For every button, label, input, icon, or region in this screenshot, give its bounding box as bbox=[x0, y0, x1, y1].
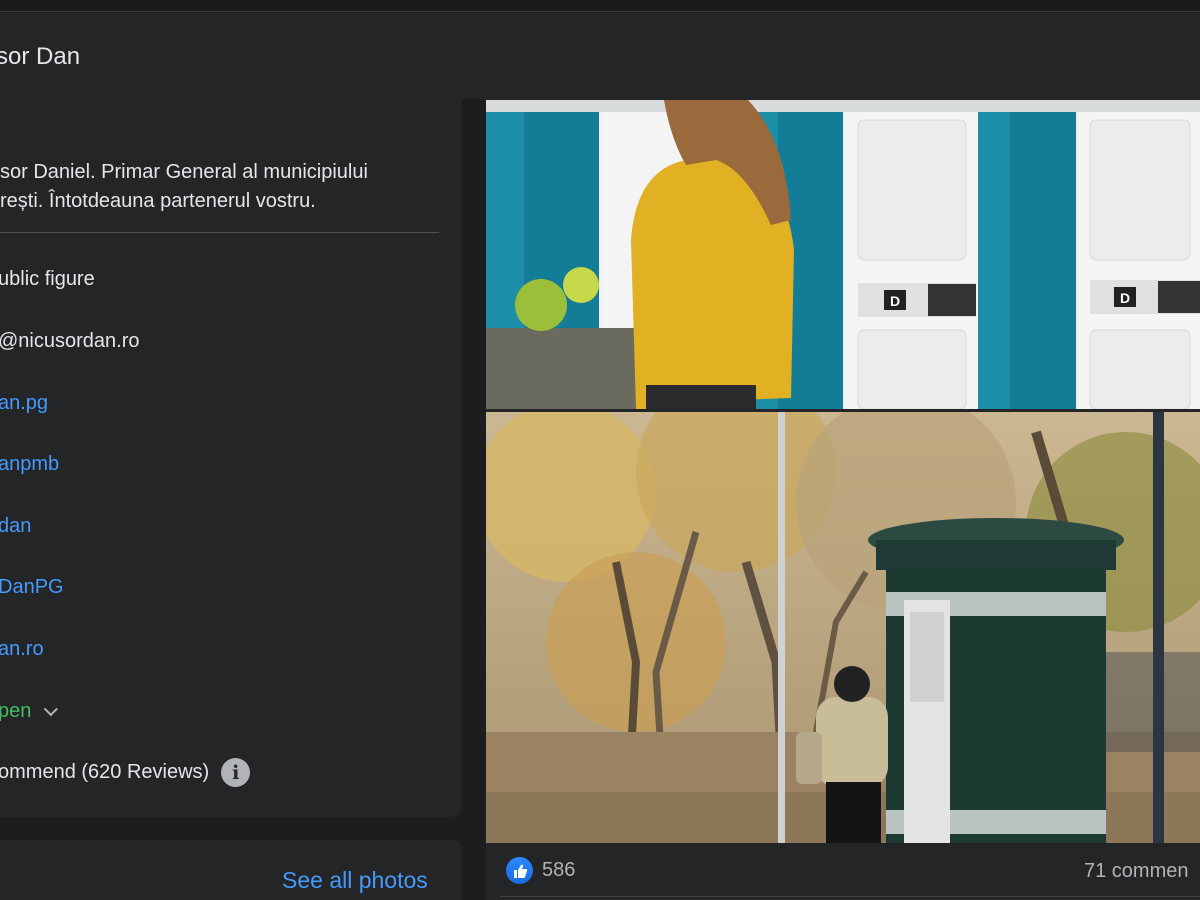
like-icon bbox=[506, 857, 533, 884]
hours-status: pen bbox=[0, 700, 32, 722]
toilets-image: D D bbox=[486, 100, 1200, 409]
see-all-photos-link[interactable]: See all photos bbox=[282, 867, 428, 894]
intro-bio: sor Daniel. Primar General al municipiul… bbox=[0, 158, 440, 216]
email-item[interactable]: @nicusordan.ro bbox=[0, 330, 139, 353]
comments-count[interactable]: 71 commen bbox=[1084, 860, 1189, 883]
page-title: sor Dan bbox=[0, 43, 81, 70]
info-icon[interactable]: i bbox=[221, 758, 251, 787]
social-link-2[interactable]: anpmb bbox=[0, 453, 59, 476]
website-link[interactable]: an.ro bbox=[0, 638, 44, 661]
booth-label: D bbox=[1120, 290, 1130, 306]
rating-item: ommend (620 Reviews) i bbox=[0, 758, 251, 787]
social-link-1[interactable]: an.pg bbox=[0, 392, 48, 415]
reaction-count: 586 bbox=[542, 859, 576, 881]
booth-label: D bbox=[890, 293, 900, 309]
social-link-3[interactable]: dan bbox=[0, 515, 31, 538]
park-kiosk-image bbox=[486, 412, 1200, 843]
post-photo-kiosk[interactable] bbox=[486, 412, 1200, 843]
bio-line: rești. Întotdeauna partenerul vostru. bbox=[0, 190, 316, 212]
page-header bbox=[0, 13, 1200, 99]
category-item: ublic figure bbox=[0, 268, 95, 290]
divider bbox=[0, 232, 439, 233]
hours-dropdown[interactable]: pen bbox=[0, 700, 59, 723]
rating-text: ommend (620 Reviews) bbox=[0, 761, 210, 783]
reactions-summary[interactable]: 586 bbox=[506, 857, 575, 884]
social-link-4[interactable]: DanPG bbox=[0, 576, 64, 599]
divider bbox=[500, 896, 1200, 897]
bio-line: sor Daniel. Primar General al municipiul… bbox=[0, 161, 368, 183]
top-bar bbox=[0, 0, 1200, 12]
post-photo-toilets[interactable]: D D bbox=[486, 100, 1200, 409]
